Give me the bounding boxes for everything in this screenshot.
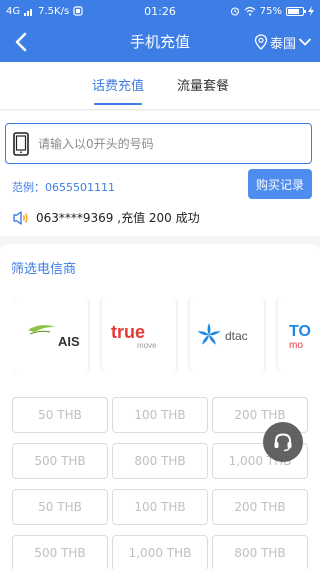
dtac-logo-text: dtac (225, 329, 248, 343)
dtac-logo: dtac (197, 323, 248, 345)
region-label: 泰国 (269, 36, 296, 52)
tot-logo-text: TO (289, 323, 311, 340)
example-number: 范例：0655501111 (12, 181, 115, 194)
amount-option-100-b[interactable]: 100 THB (112, 489, 208, 525)
carrier-list[interactable]: AIS true move dtac TO mo (14, 298, 320, 372)
tab-data-package[interactable]: 流量套餐 (157, 62, 249, 110)
truemove-logo: true move (111, 322, 157, 350)
phone-input-box (5, 123, 312, 164)
amount-option-500[interactable]: 500 THB (12, 443, 108, 479)
amount-option-50[interactable]: 50 THB (12, 397, 108, 433)
amount-option-100[interactable]: 100 THB (112, 397, 208, 433)
signal-icon (24, 8, 33, 16)
purchase-history-button[interactable]: 购买记录 (248, 169, 312, 199)
ais-logo: AIS (28, 325, 80, 349)
topup-panel: 范例：0655501111 购买记录 063****9369 ,充值 200 成… (0, 111, 320, 236)
customer-support-button[interactable] (263, 422, 303, 462)
status-right: 75% (230, 6, 314, 17)
amount-option-200-b[interactable]: 200 THB (212, 489, 308, 525)
status-bar: 4G 7.5K/s 01:26 75% (0, 0, 320, 22)
amount-option-1000-b[interactable]: 1,000 THB (112, 535, 208, 569)
truemove-logo-subtext: move (137, 341, 157, 350)
speaker-icon (13, 210, 28, 225)
carrier-section-title: 筛选电信商 (11, 262, 77, 277)
carrier-tot[interactable]: TO mo (278, 298, 320, 372)
phone-number-input[interactable] (38, 130, 298, 158)
chevron-down-icon (299, 38, 311, 46)
carrier-ais[interactable]: AIS (14, 298, 88, 372)
amount-option-50-b[interactable]: 50 THB (12, 489, 108, 525)
network-label: 4G (6, 5, 21, 17)
truemove-logo-text: true (111, 322, 145, 342)
battery-percent: 75% (259, 5, 282, 17)
app-badge-icon (73, 6, 83, 16)
tab-phone-topup[interactable]: 话费充值 (72, 62, 164, 110)
amount-option-800-b[interactable]: 800 THB (212, 535, 308, 569)
charging-icon (308, 6, 314, 16)
carrier-filter-section: 筛选电信商 AIS true move dtac TO mo 50 THB 10… (0, 244, 320, 569)
app-screen: 4G 7.5K/s 01:26 75% 手机充值 泰国 话费充值 流量套餐 请输… (0, 0, 320, 569)
carrier-truemove[interactable]: true move (102, 298, 176, 372)
alarm-icon (230, 7, 239, 16)
network-speed: 7.5K/s (38, 5, 70, 17)
wifi-icon (244, 6, 256, 16)
amount-option-500-b[interactable]: 500 THB (12, 535, 108, 569)
carrier-dtac[interactable]: dtac (190, 298, 264, 372)
phone-icon (13, 132, 29, 156)
status-left: 4G 7.5K/s (6, 6, 83, 17)
tab-bar: 话费充值 流量套餐 (0, 62, 320, 110)
recharge-notice: 063****9369 ,充值 200 成功 (12, 209, 200, 226)
battery-icon (286, 6, 306, 16)
amount-option-800[interactable]: 800 THB (112, 443, 208, 479)
location-pin-icon (254, 34, 268, 50)
region-selector[interactable]: 泰国 (254, 30, 312, 54)
battery-fill (288, 8, 299, 14)
tot-logo-subtext: mo (289, 340, 303, 351)
nav-bar: 手机充值 泰国 (0, 22, 320, 62)
headset-icon (274, 433, 292, 452)
tot-logo: TO mo (289, 323, 311, 351)
ais-logo-text: AIS (58, 334, 80, 349)
notice-text: 063****9369 ,充值 200 成功 (36, 211, 200, 225)
